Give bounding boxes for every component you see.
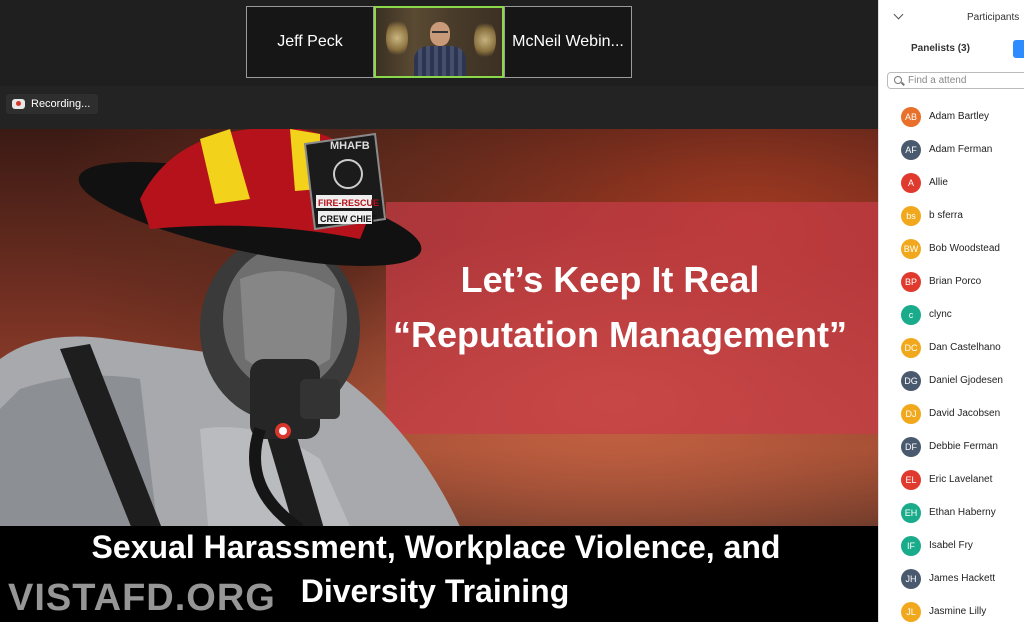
main-view: Jeff Peck McNeil Webin... Recording... M…: [0, 0, 878, 622]
panel-title: Participants: [967, 12, 1020, 23]
participant-name: Daniel Gjodesen: [929, 375, 1003, 386]
avatar: DG: [901, 370, 921, 391]
avatar: EL: [901, 469, 921, 490]
participant-row[interactable]: bs b sferra: [879, 199, 1024, 232]
avatar: DC: [901, 337, 921, 358]
video-person: [414, 22, 466, 76]
search-icon: [894, 76, 902, 84]
thumbnail-name: Jeff Peck: [277, 33, 343, 50]
recording-indicator[interactable]: Recording...: [6, 94, 99, 114]
participant-name: Jasmine Lilly: [929, 606, 987, 617]
avatar: c: [901, 304, 921, 325]
video-light: [386, 18, 408, 58]
watermark: VISTAFD.ORG: [8, 577, 276, 619]
panel-tabs: Panelists (3): [879, 34, 1024, 64]
panel-header: Participants: [879, 0, 1024, 34]
participant-row[interactable]: c clync: [879, 298, 1024, 331]
avatar: bs: [901, 205, 921, 226]
slide-headline-2: “Reputation Management”: [392, 314, 848, 355]
chevron-down-icon[interactable]: [893, 9, 904, 20]
participant-row[interactable]: AB Adam Bartley: [879, 100, 1024, 133]
recording-icon: [12, 99, 25, 109]
thumbnail-mcneil-webinar[interactable]: McNeil Webin...: [504, 6, 632, 78]
participant-name: Brian Porco: [929, 276, 982, 287]
video-thumbnails: Jeff Peck McNeil Webin...: [246, 6, 632, 78]
participant-list: AB Adam Bartley AF Adam Ferman A Allie bs b sfe…: [879, 100, 1024, 622]
participant-name: b sferra: [929, 210, 963, 221]
participant-name: clync: [929, 309, 952, 320]
participant-row[interactable]: A Allie: [879, 166, 1024, 199]
avatar: BW: [901, 238, 921, 259]
avatar: DF: [901, 436, 921, 457]
tab-panelists[interactable]: Panelists (3): [911, 43, 970, 54]
avatar: IF: [901, 535, 921, 556]
avatar: DJ: [901, 403, 921, 424]
search-input[interactable]: Find a attend: [887, 72, 1024, 89]
participant-row[interactable]: BW Bob Woodstead: [879, 232, 1024, 265]
recording-label: Recording...: [31, 98, 91, 110]
helmet-badge-top: MHAFB: [330, 140, 370, 152]
participant-row[interactable]: DJ David Jacobsen: [879, 397, 1024, 430]
participant-row[interactable]: JL Jasmine Lilly: [879, 595, 1024, 622]
thumbnail-active-video[interactable]: [374, 6, 504, 78]
participant-row[interactable]: BP Brian Porco: [879, 265, 1024, 298]
participant-row[interactable]: EL Eric Lavelanet: [879, 463, 1024, 496]
participant-row[interactable]: DG Daniel Gjodesen: [879, 364, 1024, 397]
helmet-badge-bottom: CREW CHIEF: [320, 214, 377, 224]
shared-slide: MHAFB FIRE-RESCUE CREW CHIEF Let’s Keep …: [0, 129, 878, 622]
avatar: JL: [901, 601, 921, 622]
slide-footer-line-1: Sexual Harassment, Workplace Violence, a…: [91, 529, 781, 565]
avatar: AF: [901, 139, 921, 160]
avatar: BP: [901, 271, 921, 292]
participants-panel: Participants Panelists (3) Find a attend…: [878, 0, 1024, 622]
participant-name: James Hackett: [929, 573, 996, 584]
participant-name: Debbie Ferman: [929, 441, 998, 452]
participant-name: Eric Lavelanet: [929, 474, 993, 485]
participant-name: David Jacobsen: [929, 408, 1001, 419]
participant-name: Ethan Haberny: [929, 507, 996, 518]
zoom-webinar-window: Jeff Peck McNeil Webin... Recording... M…: [0, 0, 1024, 622]
participant-row[interactable]: DC Dan Castelhano: [879, 331, 1024, 364]
tab-attendees[interactable]: [1013, 40, 1024, 58]
participant-name: Adam Ferman: [929, 144, 993, 155]
avatar: A: [901, 172, 921, 193]
thumbnail-name: McNeil Webin...: [512, 33, 624, 50]
thumbnail-jeff-peck[interactable]: Jeff Peck: [246, 6, 374, 78]
helmet-badge-mid: FIRE-RESCUE: [318, 198, 379, 208]
participant-name: Adam Bartley: [929, 111, 990, 122]
participant-row[interactable]: IF Isabel Fry: [879, 529, 1024, 562]
participant-name: Dan Castelhano: [929, 342, 1001, 353]
avatar: JH: [901, 568, 921, 589]
avatar: EH: [901, 502, 921, 523]
video-light: [474, 20, 496, 60]
participant-row[interactable]: EH Ethan Haberny: [879, 496, 1024, 529]
participant-name: Isabel Fry: [929, 540, 973, 551]
search-placeholder: Find a attend: [908, 75, 967, 86]
slide-headline-1: Let’s Keep It Real: [460, 259, 760, 300]
participant-name: Bob Woodstead: [929, 243, 1000, 254]
participant-row[interactable]: AF Adam Ferman: [879, 133, 1024, 166]
participant-name: Allie: [929, 177, 948, 188]
avatar: AB: [901, 106, 921, 127]
participant-row[interactable]: JH James Hackett: [879, 562, 1024, 595]
participant-row[interactable]: DF Debbie Ferman: [879, 430, 1024, 463]
video-strip: Jeff Peck McNeil Webin...: [0, 0, 878, 86]
